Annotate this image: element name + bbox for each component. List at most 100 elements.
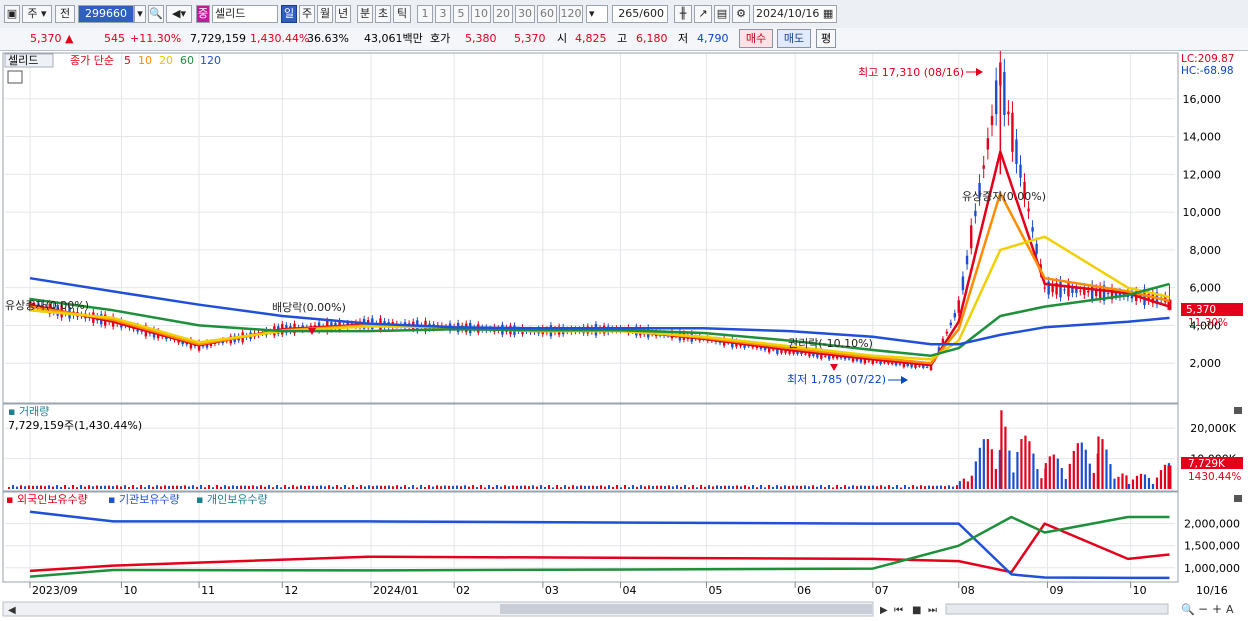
period-year[interactable]: 년	[335, 5, 351, 23]
current-pct-tag: 11.30%	[1188, 317, 1228, 329]
volume-bar	[380, 485, 382, 489]
volume-bar	[68, 487, 70, 489]
candle-body	[1079, 290, 1082, 292]
volume-bar	[156, 485, 158, 489]
volume-bar	[308, 485, 310, 489]
interval-20[interactable]: 20	[493, 5, 513, 23]
dividend-annotation: 배당락(0.00%)	[272, 301, 346, 314]
volume-bar	[1060, 468, 1063, 489]
tool-strip[interactable]	[945, 603, 1169, 615]
volume-bar	[188, 486, 190, 489]
volume-bar	[736, 485, 738, 489]
x-tick-label: 11	[201, 584, 215, 597]
stock-code-input[interactable]: 299660	[78, 5, 134, 23]
sell-button[interactable]: 매도	[777, 29, 811, 48]
volume-bar	[776, 485, 778, 489]
scroll-end-icon[interactable]: ⏭	[928, 605, 937, 616]
interval-60[interactable]: 60	[537, 5, 557, 23]
period-second[interactable]: 초	[375, 5, 391, 23]
x-tick-label: 2024/01	[373, 584, 419, 597]
volume-bar	[1131, 479, 1135, 489]
volume-bar	[88, 485, 90, 489]
hoga-label: 호가	[430, 32, 451, 45]
volume-bar	[572, 485, 574, 489]
volume-bar	[236, 485, 238, 489]
scroll-stop-icon[interactable]: ■	[912, 605, 921, 616]
custom-interval-field[interactable]: ▾	[586, 5, 608, 23]
volume-bar	[600, 485, 602, 489]
volume-bar	[978, 447, 981, 489]
volume-bar	[36, 485, 38, 489]
volume-bar	[986, 439, 989, 489]
volume-bar	[468, 486, 470, 489]
volume-panel-close-icon[interactable]	[1234, 407, 1242, 414]
search-icon[interactable]: 🔍	[148, 5, 164, 23]
volume-bar	[40, 485, 42, 489]
interval-3[interactable]: 3	[435, 5, 451, 23]
volume-bar	[1080, 442, 1083, 489]
volume-bar	[700, 485, 702, 489]
prev-button[interactable]: 전	[55, 5, 75, 23]
interval-30[interactable]: 30	[515, 5, 535, 23]
volume-bar	[300, 485, 302, 489]
price-tick-label: 16,000	[1183, 93, 1222, 106]
volume-bar	[1147, 478, 1151, 489]
eval-button[interactable]: 평	[816, 29, 836, 48]
volume-bar	[982, 439, 985, 489]
low-annotation: 최저 1,785 (07/22)	[787, 373, 886, 386]
buy-button[interactable]: 매수	[739, 29, 773, 48]
volume-bar	[704, 486, 706, 489]
x-tick-label: 10	[123, 584, 137, 597]
auto-scale-icon[interactable]: A	[1226, 603, 1234, 616]
period-day[interactable]: 일	[281, 5, 297, 23]
candle-icon[interactable]: ╫	[674, 5, 692, 23]
code-dropdown-icon[interactable]: ▾	[134, 5, 146, 23]
scroll-start-icon[interactable]: ⏮	[894, 605, 903, 616]
market-label: 주	[27, 7, 38, 20]
volume-bar	[924, 486, 926, 489]
volume-bar	[116, 485, 118, 489]
market-select[interactable]: 주 ▾	[22, 5, 52, 23]
volume-bar	[684, 485, 686, 489]
interval-120[interactable]: 120	[559, 5, 583, 23]
date-field[interactable]: 2024/10/16 ▦	[753, 5, 837, 23]
zoom-icon[interactable]: 🔍	[1181, 602, 1195, 616]
interval-1[interactable]: 1	[417, 5, 433, 23]
save-icon[interactable]: ▤	[714, 5, 730, 23]
period-week[interactable]: 주	[299, 5, 315, 23]
gear-icon[interactable]: ⚙	[732, 5, 750, 23]
candle-body	[883, 362, 886, 364]
zoom-out-icon[interactable]: −	[1198, 602, 1208, 616]
table-icon[interactable]	[7, 70, 23, 84]
interval-5[interactable]: 5	[453, 5, 469, 23]
ma-legend-120: 120	[200, 54, 221, 67]
volume-bar	[552, 487, 554, 489]
volume-bar	[962, 478, 965, 489]
speaker-icon[interactable]: ◀▾	[166, 5, 192, 23]
stock-name-field[interactable]: 셀리드	[212, 5, 278, 23]
scrollbar-thumb[interactable]	[500, 604, 872, 614]
volume-bar	[676, 485, 678, 489]
count-field[interactable]: 265/600	[612, 5, 668, 23]
holding-panel-close-icon[interactable]	[1234, 495, 1242, 502]
zoom-in-icon[interactable]: +	[1212, 602, 1222, 616]
interval-10[interactable]: 10	[471, 5, 491, 23]
volume-bar	[224, 485, 226, 489]
volume-bar	[476, 487, 478, 489]
scroll-left-icon[interactable]: ◀	[8, 605, 16, 616]
candle-body	[1035, 243, 1038, 254]
volume-bar	[200, 485, 202, 489]
volume-bar	[404, 485, 406, 489]
trend-tool-icon[interactable]: ↗	[694, 5, 712, 23]
price-tick-label: 14,000	[1183, 131, 1222, 144]
window-menu-icon[interactable]: ▣	[4, 5, 20, 23]
period-tick[interactable]: 틱	[393, 5, 411, 23]
volume-bar	[164, 485, 166, 489]
scroll-right-icon[interactable]: ▶	[880, 605, 888, 616]
volume-bar	[772, 486, 774, 489]
period-minute[interactable]: 분	[357, 5, 373, 23]
period-month[interactable]: 월	[317, 5, 333, 23]
stock-chart[interactable]: 셀리드 종가 단순 5 10 20 60 120 LC:209.87 HC:-6…	[0, 51, 1248, 621]
volume-bar	[608, 485, 610, 489]
volume-bar	[452, 485, 454, 489]
